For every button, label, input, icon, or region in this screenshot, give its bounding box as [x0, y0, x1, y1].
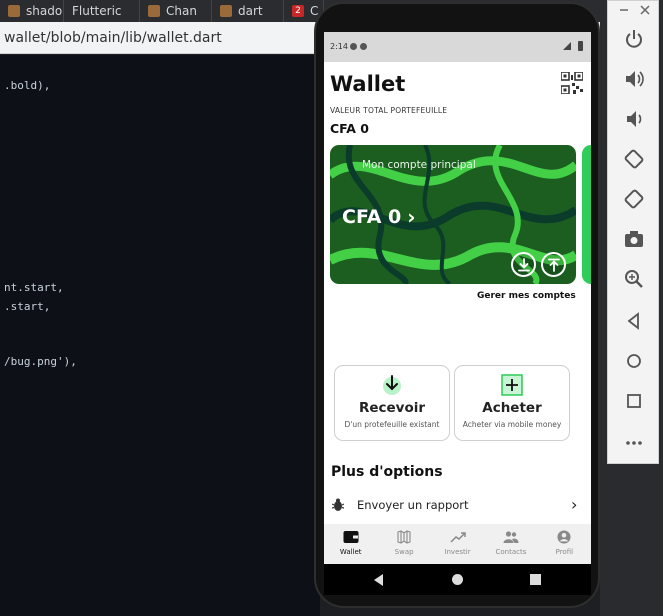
status-time: 2:14	[330, 42, 348, 51]
bug-icon	[332, 498, 344, 511]
download-button[interactable]	[511, 252, 536, 277]
tab-label: shado	[26, 4, 63, 18]
receive-icon	[383, 375, 401, 395]
overview-icon[interactable]	[621, 389, 647, 413]
wallet-icon	[343, 531, 359, 543]
url-text: wallet/blob/main/lib/wallet.dart	[4, 30, 222, 46]
more-icon[interactable]	[621, 431, 647, 455]
upload-button[interactable]	[541, 252, 566, 277]
tab-label: Chan	[166, 4, 197, 18]
nav-item-profile[interactable]: Profil	[538, 524, 591, 564]
toolbar-window-controls	[620, 5, 650, 15]
back-icon[interactable]	[374, 574, 383, 586]
desktop-screen: shado Flutteric Chan dart 2 C wallet/blo…	[0, 0, 663, 616]
profile-icon	[557, 530, 571, 544]
chevron-right-icon: ›	[407, 205, 416, 229]
more-options-title: Plus d'options	[331, 464, 443, 480]
volume-down-icon[interactable]	[621, 107, 647, 131]
code-panel: .bold), nt.start, .start, /bug.png'),	[0, 55, 320, 616]
tab-badge: 2	[292, 5, 304, 17]
back-icon[interactable]	[621, 309, 647, 333]
zoom-icon[interactable]	[621, 267, 647, 291]
manage-accounts-link[interactable]: Gerer mes comptes	[477, 291, 576, 301]
tab-label: dart	[238, 4, 263, 18]
home-icon[interactable]	[621, 349, 647, 373]
nav-item-contacts[interactable]: Contacts	[484, 524, 537, 564]
nav-item-invest[interactable]: Investir	[431, 524, 484, 564]
portfolio-caption: VALEUR TOTAL PORTEFEUILLE	[330, 106, 448, 115]
receive-label: Recevoir	[358, 400, 426, 416]
contacts-icon	[503, 531, 519, 543]
nav-item-swap[interactable]: Swap	[377, 524, 430, 564]
account-balance[interactable]: CFA 0 ›	[342, 205, 416, 229]
nav-label: Investir	[444, 548, 471, 556]
tab-favicon-icon	[148, 5, 160, 17]
tab-favicon-icon	[220, 5, 232, 17]
volume-up-icon[interactable]	[621, 67, 647, 91]
recents-icon[interactable]	[530, 574, 541, 585]
tab-favicon-icon	[8, 5, 20, 17]
browser-tab[interactable]: Chan	[140, 0, 212, 22]
account-name: Mon compte principal	[362, 159, 476, 171]
swap-icon	[397, 530, 411, 544]
send-report-item[interactable]: Envoyer un rapport ›	[324, 493, 591, 517]
camera-icon[interactable]	[621, 227, 647, 251]
emulator-toolbar	[607, 0, 659, 464]
chevron-right-icon: ›	[571, 495, 578, 514]
phone-screen: 2:14 Wallet VALEUR TOTAL PORTEFEUILLE CF…	[324, 32, 591, 595]
signal-icon	[563, 42, 571, 50]
nav-label: Swap	[394, 548, 414, 556]
notification-icon	[360, 43, 367, 50]
code-line: nt.start,	[4, 281, 64, 294]
notification-icon	[350, 43, 357, 50]
balance-value: CFA 0	[342, 206, 402, 228]
system-navigation-bar	[324, 564, 591, 595]
receive-sublabel: D'un protefeuille existant	[344, 420, 440, 429]
browser-tab[interactable]: dart	[212, 0, 284, 22]
code-line: .bold),	[4, 79, 51, 92]
close-icon	[640, 5, 650, 15]
buy-sublabel: Acheter via mobile money	[462, 420, 562, 429]
upload-icon	[547, 258, 560, 272]
secondary-account-card[interactable]	[582, 145, 591, 284]
send-report-label: Envoyer un rapport	[357, 498, 469, 512]
trending-icon	[449, 532, 466, 543]
page-title: Wallet	[330, 72, 406, 96]
browser-tab[interactable]: shado	[0, 0, 64, 22]
buy-label: Acheter	[482, 400, 542, 416]
bottom-navigation: Wallet Swap Investir Contacts Profil	[324, 524, 591, 564]
power-icon[interactable]	[621, 27, 647, 51]
home-icon[interactable]	[452, 574, 463, 585]
nav-label: Wallet	[339, 548, 362, 556]
rotate-left-icon[interactable]	[621, 147, 647, 171]
battery-icon	[578, 41, 583, 51]
code-line: .start,	[4, 300, 51, 313]
nav-item-wallet[interactable]: Wallet	[324, 524, 377, 564]
portfolio-total: CFA 0	[330, 121, 370, 136]
qr-code-icon[interactable]	[561, 72, 583, 94]
receive-button[interactable]: Recevoir D'un protefeuille existant	[334, 365, 450, 441]
rotate-right-icon[interactable]	[621, 187, 647, 211]
buy-button[interactable]: Acheter Acheter via mobile money	[454, 365, 570, 441]
tab-label: Flutteric	[72, 4, 122, 18]
nav-label: Contacts	[495, 548, 527, 556]
account-card[interactable]: Mon compte principal CFA 0 ›	[330, 145, 576, 284]
download-icon	[517, 257, 530, 271]
buy-plus-icon	[501, 374, 523, 396]
browser-tab[interactable]: Flutteric	[64, 0, 140, 22]
code-line: /bug.png'),	[4, 355, 77, 368]
nav-label: Profil	[555, 548, 574, 556]
status-bar: 2:14	[324, 32, 591, 62]
